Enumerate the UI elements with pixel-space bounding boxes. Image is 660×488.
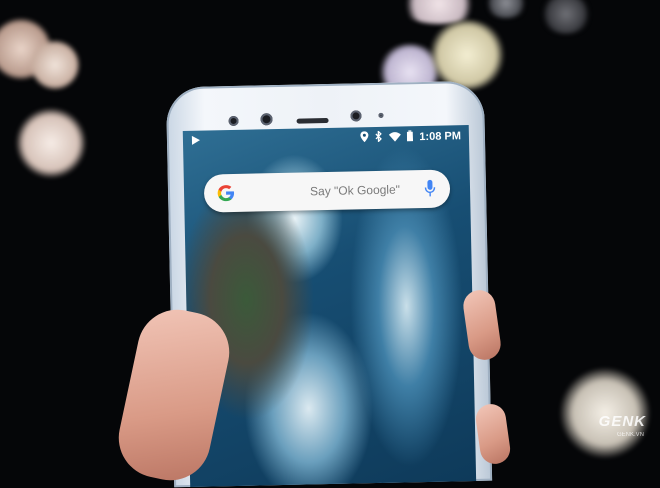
watermark-domain: GENK.VN [616,432,644,438]
front-camera [260,113,273,126]
google-logo-icon [216,183,236,203]
microphone-icon[interactable] [424,179,436,199]
phone-screen[interactable]: 1:08 PM Say "Ok Google" [182,125,477,487]
front-camera-secondary [350,110,362,122]
status-bar: 1:08 PM [183,125,469,151]
earpiece [296,117,329,124]
bokeh-light [428,20,506,90]
bluetooth-icon [375,129,383,145]
bokeh-light [484,0,528,18]
wifi-icon [389,131,402,144]
bokeh-light [540,0,592,34]
smartphone: 1:08 PM Say "Ok Google" [165,80,493,488]
proximity-sensor [378,112,384,118]
bokeh-light [30,40,80,90]
front-sensor [228,115,239,127]
status-time: 1:08 PM [419,130,462,144]
watermark-logo: GENK [598,413,646,430]
battery-icon [407,130,414,144]
play-store-icon [191,135,201,149]
location-icon [360,131,369,145]
google-search-bar[interactable]: Say "Ok Google" [203,169,451,213]
bokeh-light [16,108,86,178]
search-placeholder: Say "Ok Google" [309,182,401,199]
